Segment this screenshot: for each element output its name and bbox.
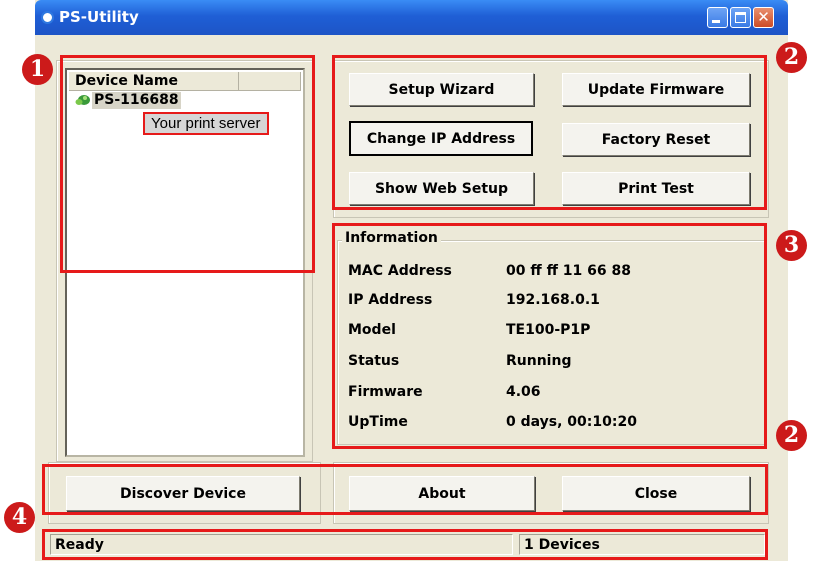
info-value: 192.168.0.1 — [506, 292, 600, 308]
printer-server-icon — [75, 95, 90, 105]
device-count: 1 Devices — [519, 534, 765, 555]
about-button[interactable]: About — [349, 476, 535, 511]
window-title: PS-Utility — [59, 8, 139, 26]
marker-4: 4 — [4, 502, 35, 533]
info-value: TE100-P1P — [506, 322, 591, 338]
show-web-setup-button[interactable]: Show Web Setup — [349, 172, 534, 205]
device-name: PS-116688 — [92, 92, 181, 109]
info-value: Running — [506, 353, 572, 369]
change-ip-address-button[interactable]: Change IP Address — [349, 121, 533, 156]
ps-utility-window: PS-Utility ✕ Device Name PS-116688 Your … — [35, 0, 788, 561]
close-icon: ✕ — [757, 8, 770, 26]
info-value: 4.06 — [506, 384, 541, 400]
factory-reset-button[interactable]: Factory Reset — [562, 123, 750, 156]
close-window-button[interactable]: ✕ — [753, 7, 774, 28]
marker-2-bottom: 2 — [776, 420, 807, 451]
minimize-button[interactable] — [707, 7, 728, 28]
discover-device-button[interactable]: Discover Device — [66, 476, 300, 511]
title-bar[interactable]: PS-Utility ✕ — [35, 0, 788, 35]
info-label: MAC Address — [348, 263, 452, 279]
info-label: UpTime — [348, 414, 408, 430]
column-header-empty[interactable] — [239, 72, 301, 91]
maximize-icon — [735, 12, 746, 23]
app-icon — [41, 11, 54, 24]
info-label: Model — [348, 322, 396, 338]
device-tooltip: Your print server — [143, 112, 269, 135]
marker-1: 1 — [22, 54, 53, 85]
minimize-icon — [712, 20, 720, 23]
marker-2-top: 2 — [776, 42, 807, 73]
device-list-header: Device Name — [69, 72, 305, 91]
info-value: 0 days, 00:10:20 — [506, 414, 637, 430]
close-button[interactable]: Close — [562, 476, 750, 511]
update-firmware-button[interactable]: Update Firmware — [562, 73, 750, 106]
information-title: Information — [342, 230, 441, 246]
marker-3: 3 — [776, 230, 807, 261]
print-test-button[interactable]: Print Test — [562, 172, 750, 205]
setup-wizard-button[interactable]: Setup Wizard — [349, 73, 534, 106]
info-value: 00 ff ff 11 66 88 — [506, 263, 631, 279]
status-text: Ready — [50, 534, 513, 555]
info-label: Firmware — [348, 384, 423, 400]
column-header-device-name[interactable]: Device Name — [69, 72, 239, 91]
info-label: IP Address — [348, 292, 433, 308]
maximize-button[interactable] — [730, 7, 751, 28]
info-label: Status — [348, 353, 400, 369]
